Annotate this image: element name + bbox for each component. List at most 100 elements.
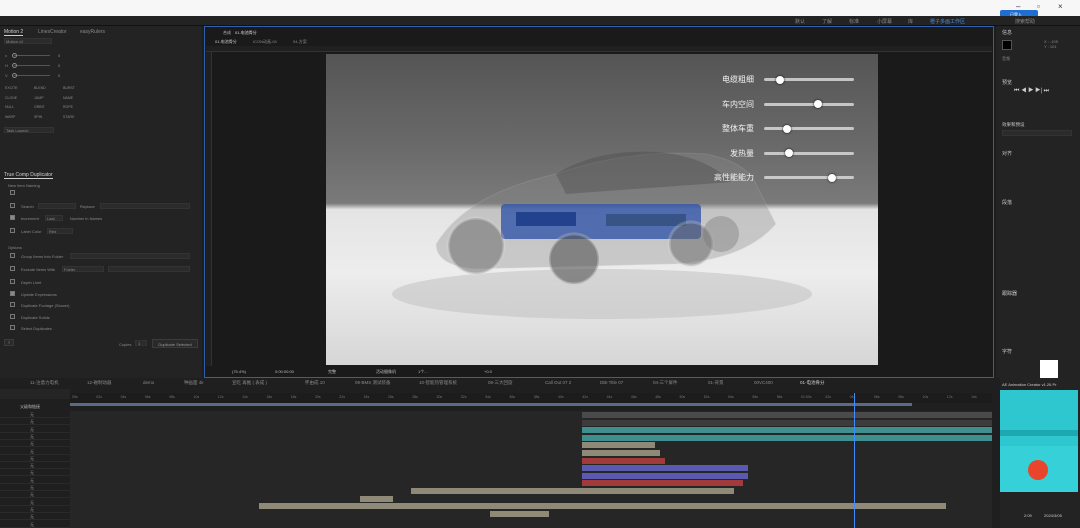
- layer-bar[interactable]: [259, 503, 946, 510]
- exclude-mode-select[interactable]: Folder: [62, 266, 104, 272]
- fill-color-swatch[interactable]: [1040, 360, 1058, 378]
- exclude-items-checkbox[interactable]: [10, 266, 15, 271]
- preview-heading[interactable]: 预览: [1002, 79, 1012, 86]
- motion-tool-button[interactable]: EXCITE: [5, 86, 18, 90]
- knob-slider[interactable]: [14, 65, 50, 66]
- timecode[interactable]: 0:00:00:00: [275, 369, 294, 374]
- views-select[interactable]: 1个...: [418, 369, 428, 375]
- group-items-checkbox[interactable]: [10, 253, 15, 258]
- search-help[interactable]: 搜索帮助: [1015, 18, 1035, 25]
- camera-select[interactable]: 活动摄像机: [376, 369, 396, 375]
- duplicate-selected-button[interactable]: Duplicate Selected: [152, 339, 198, 348]
- layer-row[interactable]: [0, 411, 70, 418]
- audio-label[interactable]: 音频: [1002, 56, 1010, 62]
- layer-row[interactable]: [0, 506, 70, 513]
- timeline-tab[interactable]: 怀由成 10: [305, 380, 325, 386]
- layer-bar[interactable]: [581, 442, 656, 449]
- motion-tool-button[interactable]: CLONE: [5, 96, 17, 100]
- increment-checkbox[interactable]: [10, 215, 15, 220]
- slider-track[interactable]: [764, 127, 854, 130]
- motion-tool-button[interactable]: BLEND: [34, 86, 46, 90]
- workspace-standard[interactable]: 标准: [849, 18, 859, 25]
- knob-value[interactable]: 0: [58, 53, 60, 58]
- layer-bar[interactable]: [581, 457, 665, 464]
- horizontal-ruler[interactable]: [206, 46, 992, 52]
- layer-bar[interactable]: [581, 465, 748, 472]
- layer-row[interactable]: [0, 426, 70, 433]
- slider-thumb[interactable]: [776, 75, 785, 84]
- layer-bar[interactable]: [360, 495, 393, 502]
- close-icon[interactable]: ×: [1058, 2, 1063, 11]
- layer-parent-select[interactable]: 无: [30, 514, 34, 520]
- crumb-3[interactable]: 04-方案: [293, 39, 307, 45]
- timeline-tab[interactable]: DBI Title 07: [600, 380, 623, 385]
- layer-parent-select[interactable]: 无: [30, 507, 34, 513]
- paragraph-heading[interactable]: 段落: [1002, 199, 1012, 206]
- layer-parent-select[interactable]: 无: [30, 427, 34, 433]
- effects-heading[interactable]: 效果和预设: [1002, 122, 1025, 128]
- motion-tool-button[interactable]: JUMP: [34, 96, 44, 100]
- copies-input[interactable]: 1: [135, 340, 147, 346]
- timeline-tab[interactable]: 00VC400: [754, 380, 773, 385]
- layer-row[interactable]: [0, 469, 70, 477]
- workspace-library[interactable]: 库: [908, 18, 913, 25]
- timeline-tab[interactable]: 01-背景: [708, 380, 724, 386]
- motion-tool-button[interactable]: WARP: [5, 115, 15, 119]
- folder-input[interactable]: [70, 253, 190, 259]
- layer-bar[interactable]: [581, 434, 992, 441]
- layer-parent-select[interactable]: 无: [30, 500, 34, 506]
- timeline-tab[interactable]: 种画面 4k: [184, 380, 204, 386]
- layer-row[interactable]: [0, 455, 70, 462]
- slider-thumb[interactable]: [814, 100, 822, 108]
- motion-tool-button[interactable]: ORBIT: [34, 105, 45, 109]
- knob-handle[interactable]: [12, 73, 17, 78]
- timeline-tab[interactable]: 12-磁制动器: [87, 380, 112, 386]
- timeline-tab[interactable]: demo: [143, 380, 154, 385]
- zoom-select[interactable]: (75.4%): [232, 369, 246, 374]
- knob-value[interactable]: 0: [58, 73, 60, 78]
- motion-tool-button[interactable]: NAME: [63, 96, 73, 100]
- label-color-select[interactable]: Red: [47, 228, 73, 234]
- slider-thumb[interactable]: [783, 124, 792, 133]
- motion-tool-button[interactable]: STARE: [63, 115, 74, 119]
- layer-row[interactable]: [0, 477, 70, 484]
- comp-tab[interactable]: 01-电池骨分: [235, 30, 257, 36]
- tracker-heading[interactable]: 跟踪器: [1002, 290, 1017, 297]
- layer-row[interactable]: [0, 418, 70, 426]
- exclude-input[interactable]: [108, 266, 190, 272]
- motion-tool-button[interactable]: ROPE: [63, 105, 73, 109]
- layer-bar[interactable]: [581, 450, 661, 456]
- layer-row[interactable]: [0, 462, 70, 470]
- layer-parent-select[interactable]: 无: [30, 485, 34, 491]
- layer-bar[interactable]: [581, 472, 748, 479]
- preview-controls-icon[interactable]: ⏮ ◀ ▶ ▶| ⏭: [1014, 88, 1049, 95]
- motion-tool-button[interactable]: SPIN: [34, 115, 42, 119]
- work-area-bar[interactable]: [70, 403, 912, 406]
- increment-mode-select[interactable]: Last: [45, 215, 63, 221]
- knob-handle[interactable]: [12, 63, 17, 68]
- effects-search[interactable]: [1002, 130, 1072, 136]
- label-color-checkbox[interactable]: [10, 228, 15, 233]
- search-checkbox[interactable]: [10, 203, 15, 208]
- layer-bar[interactable]: [581, 427, 992, 434]
- workspace-active[interactable]: 橙子多画工作区: [930, 18, 965, 25]
- timeline-tab[interactable]: 宣吃 再推 ( 表成 ): [232, 380, 267, 386]
- layer-parent-select[interactable]: 无: [30, 522, 34, 528]
- timeline-tab[interactable]: 11-注意力电机: [30, 380, 59, 386]
- layer-row[interactable]: [0, 484, 70, 491]
- layer-parent-select[interactable]: 无: [30, 470, 34, 476]
- layer-row[interactable]: [0, 521, 70, 528]
- ae-anim-title[interactable]: AE Animation Creator v1.26 Pr: [1002, 382, 1056, 387]
- timeline-tab[interactable]: 01-电池骨分: [800, 380, 825, 386]
- timeline-tab[interactable]: 10-智能热管理系统: [419, 380, 457, 386]
- playhead[interactable]: [854, 393, 855, 528]
- workspace-small-screen[interactable]: 小屏幕: [877, 18, 892, 25]
- layer-parent-select[interactable]: 无: [30, 449, 34, 455]
- help-button[interactable]: ?: [4, 339, 14, 346]
- layer-parent-select[interactable]: 无: [30, 419, 34, 425]
- search-input[interactable]: [38, 203, 76, 209]
- layer-parent-select[interactable]: 无: [30, 478, 34, 484]
- crumb-2[interactable]: ICON动画-04: [253, 39, 277, 45]
- layer-row[interactable]: [0, 440, 70, 448]
- workspace-learn[interactable]: 了解: [822, 18, 832, 25]
